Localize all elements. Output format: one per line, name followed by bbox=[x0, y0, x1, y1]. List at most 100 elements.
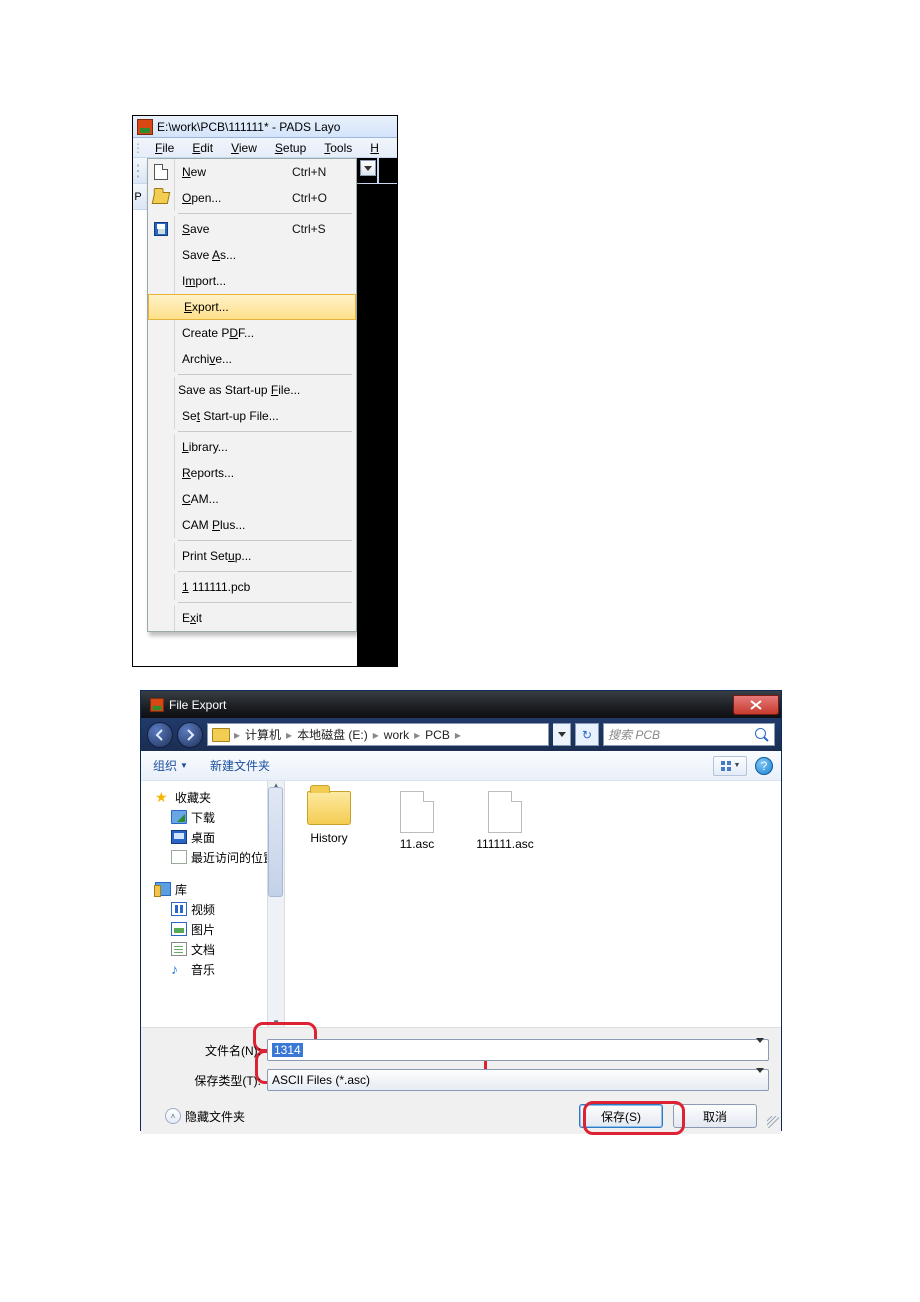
tree-videos[interactable]: 视频 bbox=[151, 899, 284, 919]
document-icon bbox=[171, 942, 187, 956]
menu-edit[interactable]: Edit bbox=[186, 140, 219, 156]
cancel-button[interactable]: 取消 bbox=[673, 1104, 757, 1128]
open-folder-icon bbox=[152, 192, 171, 204]
tree-music[interactable]: ♪音乐 bbox=[151, 959, 284, 979]
menu-item-save-startup[interactable]: Save as Start-up File... bbox=[148, 377, 356, 403]
star-icon: ★ bbox=[155, 790, 171, 804]
menu-item-archive[interactable]: Archive... bbox=[148, 346, 356, 372]
folder-icon bbox=[307, 791, 351, 825]
picture-icon bbox=[171, 922, 187, 936]
item-11-asc[interactable]: 11.asc bbox=[383, 791, 451, 851]
grip-icon: ⋮ bbox=[133, 141, 143, 155]
pads-main-window: E:\work\PCB\111111* - PADS Layo ⋮ File E… bbox=[132, 115, 398, 667]
refresh-button[interactable]: ↻ bbox=[575, 723, 599, 746]
dialog-close-button[interactable] bbox=[733, 695, 779, 715]
menu-file[interactable]: File bbox=[149, 140, 180, 156]
menu-setup[interactable]: Setup bbox=[269, 140, 312, 156]
file-icon bbox=[488, 791, 522, 833]
save-button[interactable]: 保存(S) bbox=[579, 1104, 663, 1128]
scrollbar[interactable]: ▲ ▼ bbox=[267, 781, 284, 1027]
search-input[interactable]: 搜索 PCB bbox=[603, 723, 775, 746]
download-folder-icon bbox=[171, 810, 187, 824]
chevron-up-icon: ˄ bbox=[165, 1108, 181, 1124]
menu-help[interactable]: H bbox=[364, 140, 385, 156]
crumb-drive[interactable]: 本地磁盘 (E:) bbox=[294, 726, 371, 743]
dialog-title: File Export bbox=[169, 698, 226, 712]
caret-down-icon bbox=[558, 732, 566, 737]
view-icon bbox=[720, 760, 732, 772]
menu-item-set-startup[interactable]: Set Start-up File... bbox=[148, 403, 356, 429]
menu-item-cam-plus[interactable]: CAM Plus... bbox=[148, 512, 356, 538]
workspace-area bbox=[357, 184, 397, 666]
dialog-body: ★收藏夹 下载 桌面 最近访问的位置 库 视频 图片 文档 ♪音乐 ▲ ▼ Hi… bbox=[141, 781, 781, 1027]
side-letter: P bbox=[133, 191, 143, 203]
nav-back-button[interactable] bbox=[147, 722, 173, 748]
video-icon bbox=[171, 902, 187, 916]
toolbar-dropdown[interactable] bbox=[360, 160, 376, 176]
titlebar: E:\work\PCB\111111* - PADS Layo bbox=[133, 116, 397, 138]
toolbar: 组织 ▼ 新建文件夹 ▼ ? bbox=[141, 751, 781, 781]
app-icon bbox=[137, 119, 153, 135]
organize-menu[interactable]: 组织 ▼ bbox=[149, 755, 192, 776]
menu-item-library[interactable]: Library... bbox=[148, 434, 356, 460]
tree-favorites[interactable]: ★收藏夹 bbox=[151, 787, 284, 807]
menu-item-cam[interactable]: CAM... bbox=[148, 486, 356, 512]
file-export-dialog: File Export ▸ 计算机▸ 本地磁盘 (E:)▸ work▸ PCB▸… bbox=[140, 690, 782, 1131]
tree-pictures[interactable]: 图片 bbox=[151, 919, 284, 939]
new-folder-button[interactable]: 新建文件夹 bbox=[206, 755, 274, 776]
menu-item-exit[interactable]: Exit bbox=[148, 605, 356, 631]
filename-input[interactable]: 1314 bbox=[267, 1039, 769, 1061]
menu-item-import[interactable]: Import... bbox=[148, 268, 356, 294]
nav-forward-button[interactable] bbox=[177, 722, 203, 748]
menu-item-save[interactable]: Save Ctrl+S bbox=[148, 216, 356, 242]
menu-item-print-setup[interactable]: Print Setup... bbox=[148, 543, 356, 569]
window-title: E:\work\PCB\111111* - PADS Layo bbox=[157, 120, 340, 134]
nav-tree: ★收藏夹 下载 桌面 最近访问的位置 库 视频 图片 文档 ♪音乐 ▲ ▼ bbox=[141, 781, 285, 1027]
crumb-work[interactable]: work bbox=[381, 728, 412, 742]
file-menu-dropdown: New Ctrl+N Open... Ctrl+O Save Ctrl+S Sa… bbox=[147, 158, 357, 632]
menu-item-export[interactable]: Export... bbox=[148, 294, 356, 320]
breadcrumb-path[interactable]: ▸ 计算机▸ 本地磁盘 (E:)▸ work▸ PCB▸ bbox=[207, 723, 549, 746]
filetype-select[interactable]: ASCII Files (*.asc) bbox=[267, 1069, 769, 1091]
filetype-label: 保存类型(T): bbox=[153, 1072, 261, 1089]
crumb-pcb[interactable]: PCB bbox=[422, 728, 453, 742]
grip-icon: ⋮ bbox=[133, 161, 143, 181]
menu-item-reports[interactable]: Reports... bbox=[148, 460, 356, 486]
tree-documents[interactable]: 文档 bbox=[151, 939, 284, 959]
hide-folders-toggle[interactable]: ˄ 隐藏文件夹 bbox=[165, 1108, 245, 1125]
view-mode-button[interactable]: ▼ bbox=[713, 756, 747, 776]
help-button[interactable]: ? bbox=[755, 757, 773, 775]
app-icon bbox=[150, 698, 164, 712]
path-dropdown[interactable] bbox=[553, 723, 571, 746]
library-icon bbox=[155, 882, 171, 896]
tree-libraries[interactable]: 库 bbox=[151, 879, 284, 899]
search-icon bbox=[754, 727, 770, 743]
caret-down-icon bbox=[756, 1043, 764, 1057]
menubar: ⋮ File Edit View Setup Tools H bbox=[133, 138, 397, 158]
recent-icon bbox=[171, 850, 187, 864]
menu-item-save-as[interactable]: Save As... bbox=[148, 242, 356, 268]
folder-icon bbox=[212, 728, 230, 742]
nav-row: ▸ 计算机▸ 本地磁盘 (E:)▸ work▸ PCB▸ ↻ 搜索 PCB bbox=[141, 718, 781, 751]
menu-item-open[interactable]: Open... Ctrl+O bbox=[148, 185, 356, 211]
menu-tools[interactable]: Tools bbox=[318, 140, 358, 156]
menu-view[interactable]: View bbox=[225, 140, 263, 156]
file-list[interactable]: History 11.asc 111111.asc bbox=[285, 781, 781, 1027]
tree-recent[interactable]: 最近访问的位置 bbox=[151, 847, 284, 867]
menu-item-create-pdf[interactable]: Create PDF... bbox=[148, 320, 356, 346]
menu-item-recent-1[interactable]: 1 111111.pcb bbox=[148, 574, 356, 600]
file-icon bbox=[400, 791, 434, 833]
menu-item-new[interactable]: New Ctrl+N bbox=[148, 159, 356, 185]
search-placeholder: 搜索 PCB bbox=[608, 726, 660, 743]
item-history-folder[interactable]: History bbox=[295, 791, 363, 845]
item-111111-asc[interactable]: 111111.asc bbox=[471, 791, 539, 851]
new-file-icon bbox=[154, 164, 168, 180]
caret-down-icon bbox=[756, 1073, 764, 1087]
resize-grip-icon[interactable] bbox=[767, 1116, 779, 1128]
divider bbox=[377, 158, 379, 183]
tree-desktop[interactable]: 桌面 bbox=[151, 827, 284, 847]
scroll-thumb[interactable] bbox=[268, 787, 283, 897]
tree-downloads[interactable]: 下载 bbox=[151, 807, 284, 827]
crumb-computer[interactable]: 计算机 bbox=[242, 726, 284, 743]
close-icon bbox=[750, 700, 762, 710]
